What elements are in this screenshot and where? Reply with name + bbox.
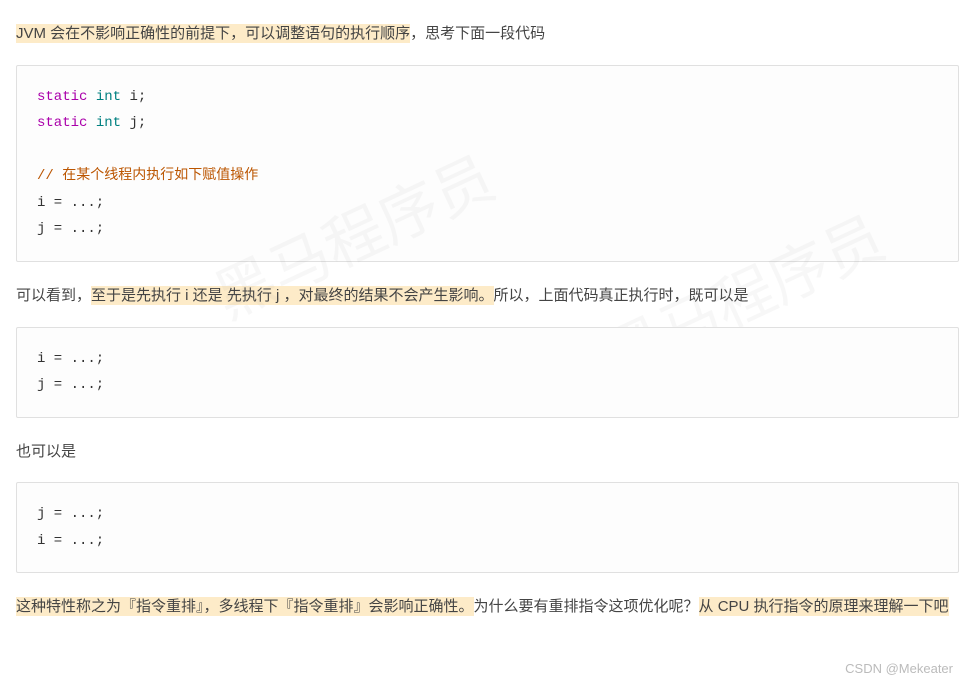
keyword-type: int	[96, 89, 121, 105]
code-line: i = ...;	[37, 195, 104, 211]
bg-watermark: 黑马程序员	[197, 127, 517, 357]
text: 可以看到，	[16, 287, 91, 304]
keyword-static: static	[37, 89, 87, 105]
code-comment: // 在某个线程内执行如下赋值操作	[37, 168, 258, 184]
paragraph-1: JVM 会在不影响正确性的前提下，可以调整语句的执行顺序，思考下面一段代码	[16, 20, 959, 49]
highlight-text: 从 CPU 执行指令的原理来理解一下吧	[699, 597, 949, 616]
text: 所以，上面代码真正执行时，既可以是	[494, 287, 749, 304]
code-line: j = ...;	[37, 377, 104, 393]
paragraph-2: 可以看到，至于是先执行 i 还是 先执行 j ，对最终的结果不会产生影响。所以，…	[16, 282, 959, 311]
code-text: j;	[121, 115, 146, 131]
code-block-3: j = ...; i = ...;	[16, 482, 959, 573]
text: 为什么要有重排指令这项优化呢？	[474, 598, 699, 615]
text: ，思考下面一段代码	[410, 25, 545, 42]
watermark-text: CSDN @Mekeater	[845, 657, 953, 682]
code-block-2: i = ...; j = ...;	[16, 327, 959, 418]
paragraph-4: 这种特性称之为『指令重排』，多线程下『指令重排』会影响正确性。为什么要有重排指令…	[16, 593, 959, 622]
code-line: j = ...;	[37, 506, 104, 522]
code-line: i = ...;	[37, 533, 104, 549]
code-text: i;	[121, 89, 146, 105]
code-block-1: 黑马程序员黑马程序员static int i; static int j; //…	[16, 65, 959, 263]
paragraph-3: 也可以是	[16, 438, 959, 467]
highlight-text: 这种特性称之为『指令重排』，多线程下『指令重排』会影响正确性。	[16, 597, 474, 616]
highlight-text: 至于是先执行 i 还是 先执行 j ，对最终的结果不会产生影响。	[91, 286, 494, 305]
code-line: j = ...;	[37, 221, 104, 237]
keyword-static: static	[37, 115, 87, 131]
keyword-type: int	[96, 115, 121, 131]
highlight-text: JVM 会在不影响正确性的前提下，可以调整语句的执行顺序	[16, 24, 410, 43]
code-line: i = ...;	[37, 351, 104, 367]
